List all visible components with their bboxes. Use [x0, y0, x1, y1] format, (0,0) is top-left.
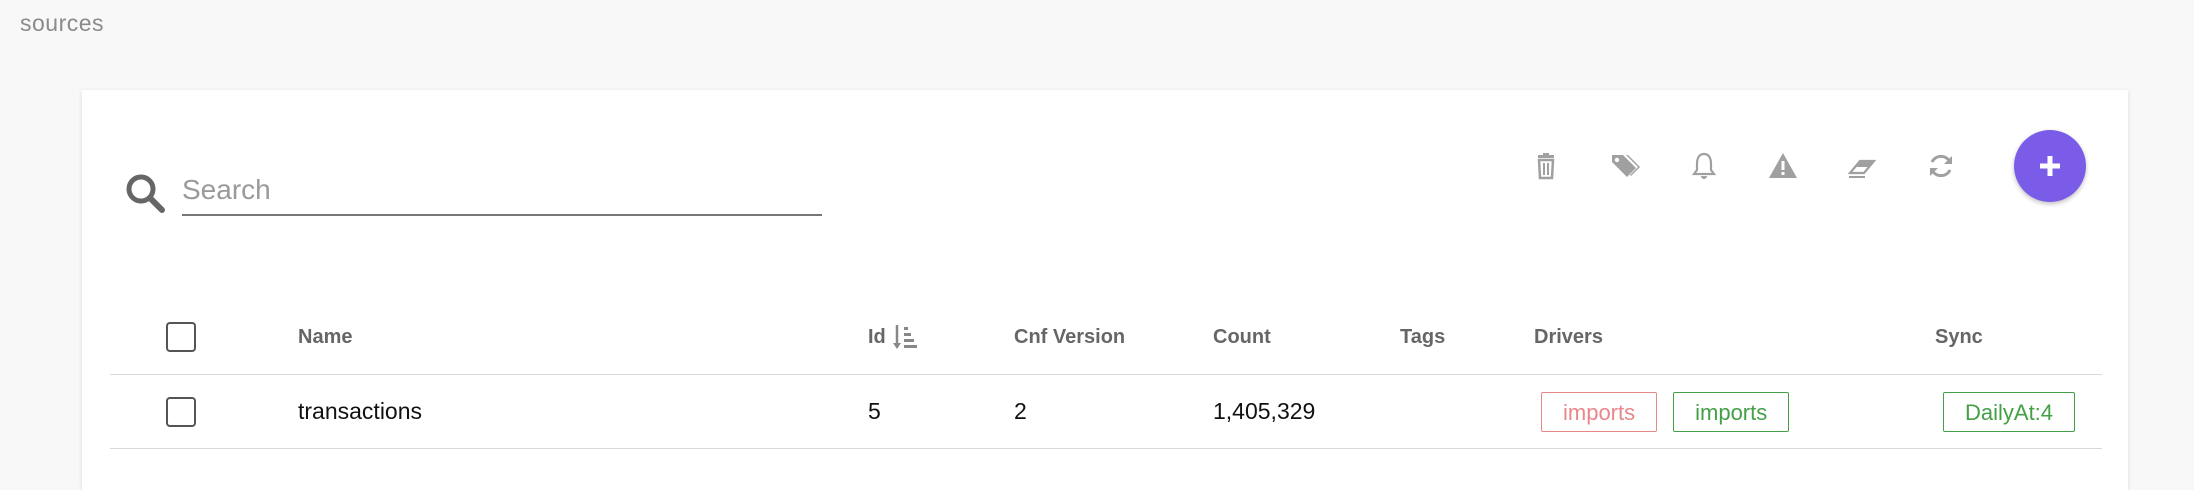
- tags-icon: [1612, 155, 1640, 177]
- select-all-checkbox[interactable]: [166, 322, 196, 352]
- driver-chip[interactable]: imports: [1673, 391, 1790, 432]
- cell-count: 1,405,329: [1213, 398, 1316, 424]
- table-header-row: Name Id Cnf Version Count Tags Drivers S…: [110, 290, 2102, 375]
- cell-id: 5: [868, 398, 881, 424]
- column-header-sync[interactable]: Sync: [1935, 290, 1983, 374]
- cell-drivers: imports imports: [1541, 375, 1790, 448]
- column-header-name[interactable]: Name: [298, 290, 352, 374]
- cell-cnf-version: 2: [1014, 398, 1027, 424]
- toolbar: [1526, 130, 2086, 202]
- eraser-icon: [1847, 159, 1877, 178]
- column-header-tags[interactable]: Tags: [1400, 290, 1445, 374]
- refresh-icon: [1930, 154, 1952, 178]
- warnings-button[interactable]: [1763, 146, 1803, 186]
- column-header-drivers[interactable]: Drivers: [1534, 290, 1603, 374]
- warning-icon: [1769, 153, 1797, 178]
- alerts-button[interactable]: [1684, 146, 1724, 186]
- cell-sync: DailyAt:4: [1943, 375, 2076, 448]
- search-input[interactable]: [182, 166, 822, 216]
- row-checkbox[interactable]: [166, 396, 196, 427]
- column-header-id[interactable]: Id: [868, 290, 922, 374]
- delete-button[interactable]: [1526, 146, 1566, 186]
- sources-card: Name Id Cnf Version Count Tags Drivers S…: [82, 90, 2128, 490]
- bell-icon: [1691, 152, 1717, 179]
- column-header-id-label: Id: [868, 325, 886, 348]
- add-source-button[interactable]: [2014, 130, 2086, 202]
- sources-table: Name Id Cnf Version Count Tags Drivers S…: [110, 290, 2102, 449]
- sync-chip[interactable]: DailyAt:4: [1943, 391, 2076, 432]
- cell-name[interactable]: transactions: [298, 375, 422, 448]
- trash-icon: [1537, 153, 1555, 180]
- search-icon: [126, 174, 165, 213]
- refresh-button[interactable]: [1921, 146, 1961, 186]
- search-bar: [124, 160, 824, 220]
- driver-chip[interactable]: imports: [1541, 391, 1658, 432]
- tags-button[interactable]: [1605, 146, 1645, 186]
- page-title: sources: [20, 10, 105, 36]
- column-header-count[interactable]: Count: [1213, 290, 1271, 374]
- table-row[interactable]: transactions 5 2 1,405,329 imports impor…: [110, 375, 2102, 449]
- clear-button[interactable]: [1842, 146, 1882, 186]
- column-header-cnf-version[interactable]: Cnf Version: [1014, 290, 1125, 374]
- plus-icon: [2040, 156, 2060, 176]
- sort-ascending-icon: [892, 325, 917, 349]
